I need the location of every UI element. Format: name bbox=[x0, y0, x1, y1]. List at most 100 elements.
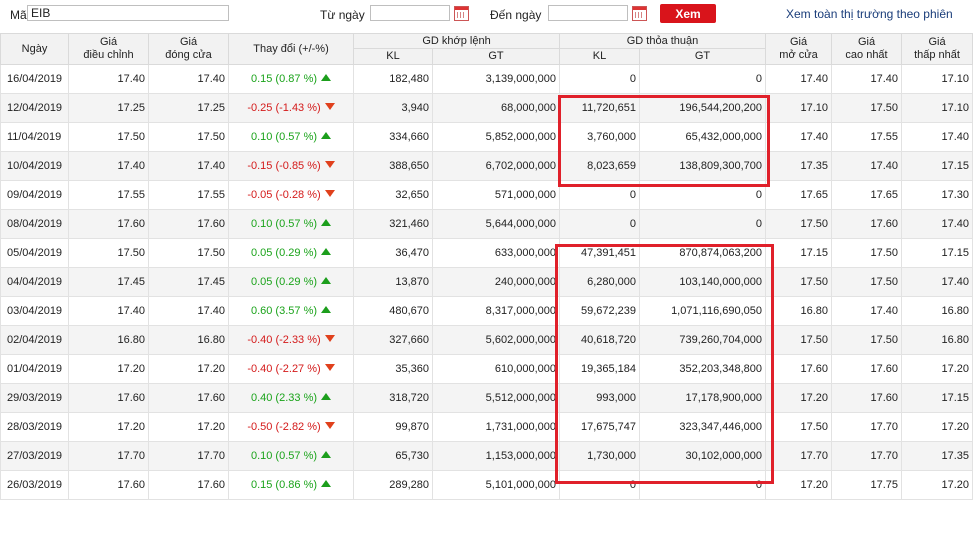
header-negotiated-volume: KL bbox=[559, 48, 641, 65]
table-row: 29/03/2019 17.60 17.60 0.40 (2.33 %) 318,720… bbox=[0, 383, 974, 413]
arrow-up-icon bbox=[321, 393, 332, 400]
cell-date: 11/04/2019 bbox=[0, 122, 69, 152]
cell-matched-value: 3,139,000,000 bbox=[431, 64, 561, 94]
cell-low: 17.40 bbox=[901, 122, 974, 152]
cell-close: 17.40 bbox=[148, 64, 229, 94]
cell-high: 17.65 bbox=[831, 180, 903, 210]
cell-change: -0.25 (-1.43 %) bbox=[228, 93, 354, 123]
table-row: 28/03/2019 17.20 17.20 -0.50 (-2.82 %) 99,87… bbox=[0, 412, 974, 442]
cell-change: -0.05 (-0.28 %) bbox=[228, 180, 354, 210]
table-row: 10/04/2019 17.40 17.40 -0.15 (-0.85 %) 388,6… bbox=[0, 151, 974, 181]
cell-adjusted: 17.60 bbox=[68, 470, 149, 500]
cell-close: 17.20 bbox=[148, 412, 229, 442]
arrow-up-icon bbox=[321, 132, 332, 139]
to-date-input[interactable] bbox=[548, 5, 628, 21]
cell-date: 10/04/2019 bbox=[0, 151, 69, 181]
table-row: 27/03/2019 17.70 17.70 0.10 (0.57 %) 65,730 1… bbox=[0, 441, 974, 471]
cell-open: 17.70 bbox=[765, 441, 833, 471]
calendar-icon[interactable] bbox=[632, 6, 647, 21]
cell-change: 0.60 (3.57 %) bbox=[228, 296, 354, 326]
cell-date: 26/03/2019 bbox=[0, 470, 69, 500]
cell-close: 17.60 bbox=[148, 383, 229, 413]
cell-low: 17.15 bbox=[901, 151, 974, 181]
arrow-up-icon bbox=[321, 277, 332, 284]
view-button[interactable]: Xem bbox=[660, 4, 716, 23]
header-adjusted-price: Giá điều chỉnh bbox=[68, 33, 149, 65]
cell-high: 17.50 bbox=[831, 325, 903, 355]
cell-matched-value: 5,852,000,000 bbox=[431, 122, 561, 152]
change-value: 0.05 (0.29 %) bbox=[250, 247, 318, 259]
cell-change: 0.40 (2.33 %) bbox=[228, 383, 354, 413]
cell-high: 17.70 bbox=[831, 412, 903, 442]
cell-high: 17.40 bbox=[831, 296, 903, 326]
cell-change: 0.15 (0.87 %) bbox=[228, 64, 354, 94]
arrow-down-icon bbox=[324, 190, 335, 197]
cell-change: 0.15 (0.86 %) bbox=[228, 470, 354, 500]
filter-bar: Mã Từ ngày Đến ngày Xem Xem toàn thị trư… bbox=[0, 0, 977, 32]
cell-matched-volume: 334,660 bbox=[353, 122, 433, 152]
cell-matched-value: 633,000,000 bbox=[431, 238, 561, 268]
cell-matched-value: 6,702,000,000 bbox=[431, 151, 561, 181]
calendar-icon[interactable] bbox=[454, 6, 469, 21]
cell-change: 0.05 (0.29 %) bbox=[228, 238, 354, 268]
cell-adjusted: 17.20 bbox=[68, 412, 149, 442]
arrow-up-icon bbox=[321, 306, 332, 313]
cell-close: 17.60 bbox=[148, 470, 229, 500]
change-value: -0.40 (-2.27 %) bbox=[247, 363, 321, 375]
cell-negotiated-value: 0 bbox=[639, 209, 767, 239]
cell-close: 17.45 bbox=[148, 267, 229, 297]
cell-matched-volume: 480,670 bbox=[353, 296, 433, 326]
cell-date: 02/04/2019 bbox=[0, 325, 69, 355]
cell-high: 17.60 bbox=[831, 209, 903, 239]
cell-close: 17.55 bbox=[148, 180, 229, 210]
cell-matched-volume: 65,730 bbox=[353, 441, 433, 471]
market-session-link[interactable]: Xem toàn thị trường theo phiên bbox=[786, 7, 953, 21]
cell-high: 17.50 bbox=[831, 93, 903, 123]
cell-high: 17.75 bbox=[831, 470, 903, 500]
table-row: 04/04/2019 17.45 17.45 0.05 (0.29 %) 13,870 2… bbox=[0, 267, 974, 297]
cell-open: 17.20 bbox=[765, 470, 833, 500]
cell-change: 0.10 (0.57 %) bbox=[228, 209, 354, 239]
cell-date: 28/03/2019 bbox=[0, 412, 69, 442]
arrow-up-icon bbox=[321, 74, 332, 81]
cell-matched-value: 240,000,000 bbox=[431, 267, 561, 297]
header-high-price: Giá cao nhất bbox=[831, 33, 903, 65]
header-negotiated-value: GT bbox=[639, 48, 767, 65]
cell-open: 17.35 bbox=[765, 151, 833, 181]
cell-close: 16.80 bbox=[148, 325, 229, 355]
change-value: 0.05 (0.29 %) bbox=[250, 276, 318, 288]
cell-adjusted: 17.50 bbox=[68, 122, 149, 152]
cell-low: 17.40 bbox=[901, 267, 974, 297]
cell-matched-volume: 182,480 bbox=[353, 64, 433, 94]
cell-open: 17.60 bbox=[765, 354, 833, 384]
cell-adjusted: 17.50 bbox=[68, 238, 149, 268]
change-value: 0.40 (2.33 %) bbox=[250, 392, 318, 404]
change-value: 0.15 (0.87 %) bbox=[250, 73, 318, 85]
change-value: 0.10 (0.57 %) bbox=[250, 131, 318, 143]
cell-low: 17.30 bbox=[901, 180, 974, 210]
cell-change: 0.10 (0.57 %) bbox=[228, 441, 354, 471]
cell-matched-volume: 3,940 bbox=[353, 93, 433, 123]
cell-close: 17.25 bbox=[148, 93, 229, 123]
arrow-up-icon bbox=[321, 248, 332, 255]
cell-matched-volume: 327,660 bbox=[353, 325, 433, 355]
cell-close: 17.40 bbox=[148, 151, 229, 181]
cell-low: 17.20 bbox=[901, 470, 974, 500]
cell-low: 17.15 bbox=[901, 238, 974, 268]
from-date-input[interactable] bbox=[370, 5, 450, 21]
cell-open: 16.80 bbox=[765, 296, 833, 326]
cell-matched-value: 5,644,000,000 bbox=[431, 209, 561, 239]
cell-matched-value: 8,317,000,000 bbox=[431, 296, 561, 326]
change-value: -0.40 (-2.33 %) bbox=[247, 334, 321, 346]
table-row: 02/04/2019 16.80 16.80 -0.40 (-2.33 %) 327,6… bbox=[0, 325, 974, 355]
cell-adjusted: 16.80 bbox=[68, 325, 149, 355]
cell-close: 17.60 bbox=[148, 209, 229, 239]
cell-matched-value: 68,000,000 bbox=[431, 93, 561, 123]
cell-open: 17.15 bbox=[765, 238, 833, 268]
stock-code-input[interactable] bbox=[27, 5, 229, 21]
price-history-table: Ngày Giá điều chỉnh Giá đóng cửa Thay đổ… bbox=[0, 33, 974, 500]
highlight-box-top bbox=[558, 95, 770, 187]
cell-date: 16/04/2019 bbox=[0, 64, 69, 94]
table-row: 01/04/2019 17.20 17.20 -0.40 (-2.27 %) 35,36… bbox=[0, 354, 974, 384]
cell-adjusted: 17.60 bbox=[68, 209, 149, 239]
